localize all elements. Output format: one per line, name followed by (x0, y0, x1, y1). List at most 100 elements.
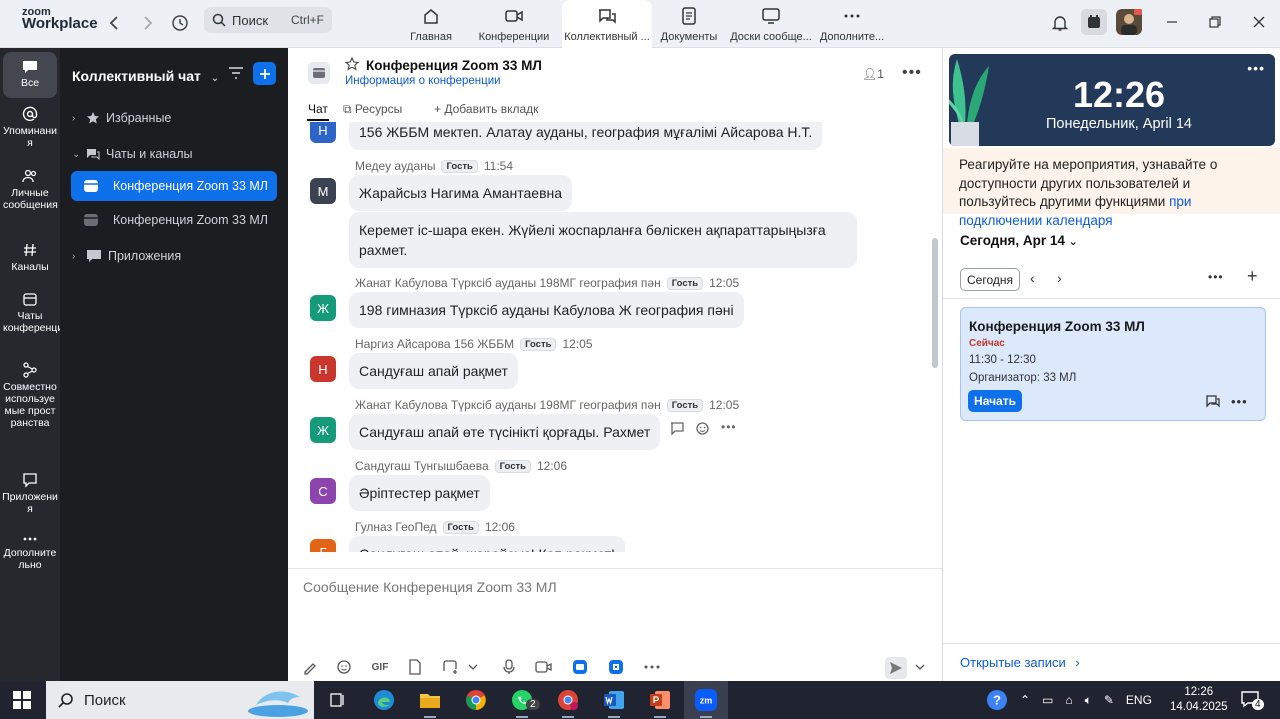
avatar[interactable]: Ж (310, 295, 336, 321)
plus-icon[interactable]: + (1247, 266, 1258, 287)
rail-item-more[interactable]: Дополнительно (0, 534, 60, 571)
more-icon[interactable]: ••• (1208, 270, 1224, 284)
tab-docs[interactable]: Документы (658, 0, 720, 48)
more-icon[interactable]: ••• (1247, 60, 1265, 76)
rail-item-direct-messages[interactable]: Личные сообщения (0, 168, 60, 211)
sidebar-title[interactable]: Коллективный чат ⌄ (72, 68, 219, 84)
back-arrow-icon[interactable] (102, 11, 126, 35)
chevron-right-icon[interactable]: › (1057, 270, 1062, 286)
help-icon[interactable]: ? (986, 689, 1008, 711)
sender-name[interactable]: Наргиз Айсарова 156 ЖББМ (355, 337, 514, 351)
tab-team-chat[interactable]: Коллективный ... (562, 0, 652, 48)
powerpoint-icon[interactable] (638, 681, 682, 719)
tab-home[interactable]: Главная (404, 0, 458, 48)
whiteboard-app-icon[interactable] (570, 657, 590, 677)
reply-icon[interactable] (669, 420, 685, 436)
sender-name[interactable]: Жанат Кабулова Түрксіб ауданы 198МГ геог… (355, 276, 661, 290)
chat-icon[interactable] (1205, 393, 1221, 412)
chrome-profile-icon[interactable] (546, 681, 590, 719)
sidebar-item-conference[interactable]: Конференция Zoom 33 МЛ (71, 205, 275, 235)
today-label[interactable]: Сегодня, Apr 14 ⌄ (960, 233, 1078, 248)
event-card[interactable]: Конференция Zoom 33 МЛ Сейчас 11:30 - 12… (960, 307, 1266, 421)
video-clip-icon[interactable] (534, 657, 554, 677)
gif-button[interactable]: GIF (370, 657, 390, 677)
avatar[interactable]: Г (310, 539, 336, 552)
sidebar-item-apps[interactable]: › Приложения (72, 241, 276, 271)
composer-placeholder[interactable]: Сообщение Конференция Zoom 33 МЛ (303, 579, 557, 595)
star-icon[interactable] (344, 56, 360, 74)
message-bubble[interactable]: Керемет іс-шара екен. Жүйелі жоспарланға… (349, 212, 857, 268)
members-count[interactable]: 👤︎1 (862, 67, 884, 81)
avatar[interactable] (1116, 9, 1142, 35)
zoom-taskbar-icon[interactable]: zm (684, 681, 728, 719)
taskbar-search[interactable]: Поиск (46, 681, 314, 719)
word-icon[interactable] (592, 681, 636, 719)
avatar[interactable]: Ж (310, 417, 336, 443)
format-icon[interactable] (300, 657, 320, 677)
tab-add[interactable]: + Добавить вкладк (434, 102, 538, 116)
bell-icon[interactable] (1048, 11, 1072, 35)
tab-more[interactable]: Дополните... (818, 0, 886, 48)
network-icon[interactable]: ⌂ (1065, 693, 1072, 707)
task-view-icon[interactable] (316, 681, 360, 719)
start-button[interactable]: Начать (968, 390, 1022, 412)
filter-icon[interactable] (228, 66, 244, 83)
battery-icon[interactable]: ▭ (1042, 693, 1053, 707)
chrome-icon[interactable] (454, 681, 498, 719)
message-bubble[interactable]: Сандуғаш апай өте түсінікті қорғады. Рах… (349, 414, 661, 450)
calendar-app-icon[interactable] (1081, 9, 1107, 35)
file-explorer-icon[interactable] (408, 681, 452, 719)
rail-item-channels[interactable]: Каналы (0, 242, 60, 273)
avatar[interactable]: М (310, 178, 336, 204)
sidebar-item-starred[interactable]: › Избранные (72, 103, 276, 133)
minimize-button[interactable] (1160, 12, 1184, 32)
more-icon[interactable] (642, 657, 662, 677)
rail-item-mentions[interactable]: Упоминания (0, 106, 60, 149)
rail-item-apps[interactable]: Приложения (0, 472, 60, 515)
tab-resources[interactable]: ⧉ Ресурсы (343, 102, 402, 117)
sidebar-item-chats-channels[interactable]: ⌄ Чаты и каналы (72, 139, 276, 169)
scrollbar-thumb[interactable] (932, 238, 938, 368)
chevron-down-icon[interactable] (910, 657, 930, 677)
audio-icon[interactable] (499, 657, 519, 677)
message-bubble[interactable]: 156 ЖББМ мектеп. Алатау ауданы, географи… (349, 122, 823, 150)
sender-name[interactable]: Гулназ ГеоПед (355, 520, 437, 534)
taskbar-clock[interactable]: 12:26 14.04.2025 (1170, 685, 1228, 715)
chevron-up-icon[interactable]: ⌃ (1020, 693, 1030, 707)
rail-item-shared-spaces[interactable]: Совместно используемые пространства (0, 362, 60, 429)
close-button[interactable] (1247, 12, 1271, 32)
chevron-left-icon[interactable]: ‹ (1030, 270, 1035, 286)
avatar[interactable]: Н (310, 356, 336, 382)
add-reaction-icon[interactable] (695, 420, 711, 436)
more-icon[interactable]: ••• (1231, 394, 1248, 409)
tab-chat[interactable]: Чат (308, 102, 328, 116)
send-icon[interactable] (885, 657, 907, 679)
message-bubble[interactable]: Жарайсыз Нагима Амантаевна (349, 175, 573, 211)
avatar[interactable]: С (310, 478, 336, 504)
sender-name[interactable]: Медеу ауданы (355, 159, 435, 173)
today-button[interactable]: Сегодня (960, 268, 1020, 291)
open-records-link[interactable]: Открытые записи › (960, 655, 1080, 670)
new-chat-button[interactable] (253, 62, 276, 85)
emoji-icon[interactable] (334, 657, 354, 677)
maximize-button[interactable] (1203, 12, 1227, 32)
screenshot-icon[interactable] (440, 657, 460, 677)
more-icon[interactable]: ••• (721, 420, 737, 436)
file-icon[interactable] (405, 657, 425, 677)
history-icon[interactable] (168, 11, 192, 35)
sender-name[interactable]: Сандугаш Тунгышбаева (355, 459, 489, 473)
tab-whiteboards[interactable]: Доски сообще... (728, 0, 814, 48)
rail-item-all[interactable]: Все (3, 52, 57, 98)
chevron-down-icon[interactable] (463, 657, 483, 677)
edge-icon[interactable] (362, 681, 406, 719)
meeting-info-link[interactable]: Информация о конференции (345, 75, 501, 87)
message-bubble[interactable]: Әріптестер рақмет (349, 475, 490, 511)
volume-icon[interactable]: 🔈︎ (1085, 693, 1092, 708)
rail-item-meeting-chats[interactable]: Чаты конференции (0, 291, 69, 334)
forward-arrow-icon[interactable] (136, 11, 160, 35)
app-icon[interactable] (606, 657, 626, 677)
windows-start-icon[interactable] (0, 681, 44, 719)
notifications-icon[interactable]: 4 (1240, 689, 1264, 712)
message-bubble[interactable]: Сандуғаш апай рақмет (349, 353, 518, 389)
more-options-icon[interactable]: ••• (902, 64, 922, 82)
